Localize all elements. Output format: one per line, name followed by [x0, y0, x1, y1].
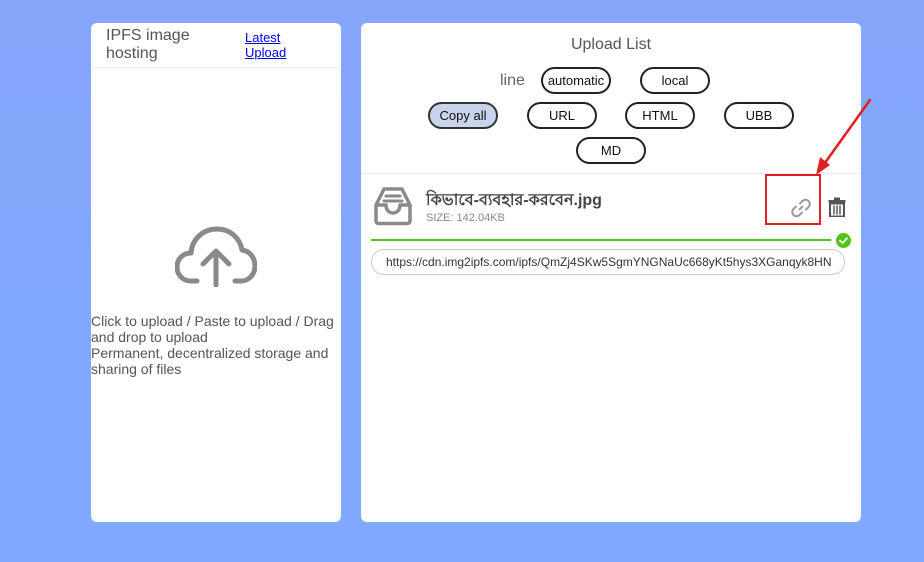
- copy-all-button[interactable]: Copy all: [428, 102, 498, 129]
- link-icon: [791, 198, 811, 218]
- upload-progress-fill: [371, 239, 831, 241]
- trash-icon[interactable]: [828, 197, 846, 217]
- file-name: কিভাবে-ব্যবহার-করবেন.jpg: [426, 192, 602, 209]
- copy-ubb-button[interactable]: UBB: [724, 102, 794, 129]
- upload-progress-bar: [371, 239, 831, 241]
- line-automatic-button[interactable]: automatic: [541, 67, 611, 94]
- upload-panel: IPFS image hosting Latest Upload Click t…: [91, 23, 341, 522]
- upload-list-title: Upload List: [570, 36, 652, 53]
- check-circle-icon: [836, 233, 851, 248]
- line-local-button[interactable]: local: [640, 67, 710, 94]
- copy-url-button[interactable]: URL: [527, 102, 597, 129]
- copy-html-button[interactable]: HTML: [625, 102, 695, 129]
- file-url-field[interactable]: https://cdn.img2ipfs.com/ipfs/QmZj4SKw5S…: [371, 249, 845, 275]
- inbox-icon: [374, 187, 412, 226]
- upload-list-panel: Upload List line automatic local Copy al…: [361, 23, 861, 522]
- upload-hint-line1: Click to upload / Paste to upload / Drag…: [91, 313, 334, 345]
- upload-panel-header: IPFS image hosting Latest Upload: [91, 23, 341, 68]
- line-label: line: [500, 72, 525, 89]
- file-size: SIZE: 142.04KB: [426, 212, 505, 224]
- copy-md-button[interactable]: MD: [576, 137, 646, 164]
- app-title: IPFS image hosting: [106, 27, 190, 62]
- upload-dropzone[interactable]: Click to upload / Paste to upload / Drag…: [91, 68, 341, 522]
- cloud-upload-icon: [175, 226, 257, 287]
- copy-link-button[interactable]: [765, 174, 821, 225]
- latest-upload-link[interactable]: Latest Upload: [245, 30, 305, 60]
- upload-hint: Click to upload / Paste to upload / Drag…: [91, 313, 339, 377]
- upload-hint-line2: Permanent, decentralized storage and sha…: [91, 345, 329, 377]
